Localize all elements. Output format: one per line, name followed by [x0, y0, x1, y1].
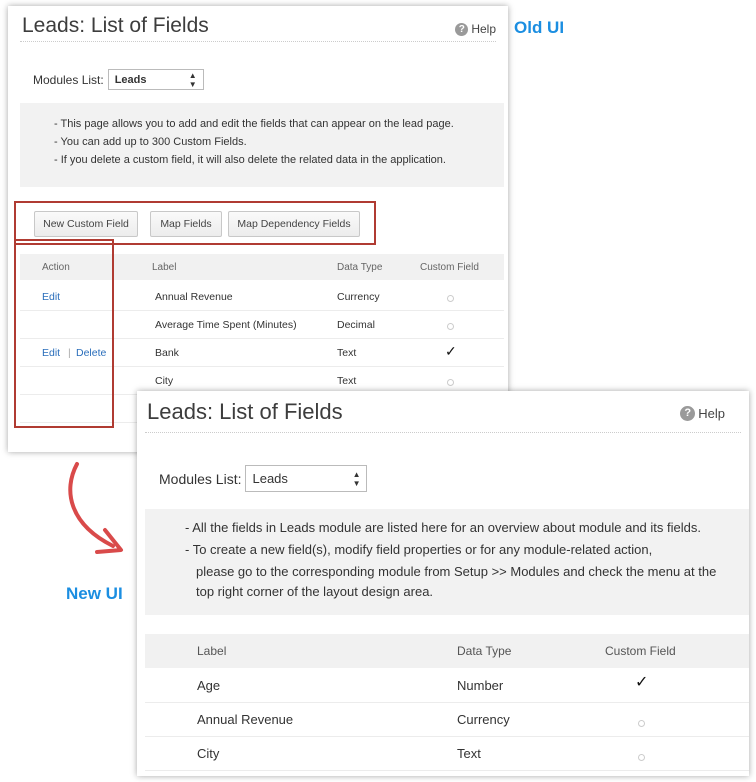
not-custom-icon [638, 754, 645, 761]
info-line: - To create a new field(s), modify field… [185, 542, 653, 557]
page-title: Leads: List of Fields [22, 14, 209, 37]
not-custom-icon [447, 323, 454, 330]
modules-select[interactable]: Leads ▲ ▼ [245, 465, 368, 492]
field-type: Currency [457, 712, 510, 727]
info-line: - All the fields in Leads module are lis… [185, 520, 701, 535]
map-fields-button[interactable]: Map Fields [150, 211, 222, 237]
new-ui-panel: Leads: List of Fields ? Help Modules Lis… [137, 391, 749, 776]
table-row: Age Number ✓ [145, 668, 749, 703]
table-row: Annual Revenue Currency [145, 702, 749, 737]
select-arrows-icon: ▲ ▼ [352, 469, 361, 488]
field-type: Number [457, 678, 504, 693]
not-custom-icon [638, 720, 645, 727]
select-arrows-icon: ▲ ▼ [188, 70, 197, 89]
not-custom-icon [447, 295, 454, 302]
field-label: City [155, 375, 174, 387]
help-label: Help [471, 22, 496, 36]
new-custom-field-button[interactable]: New Custom Field [34, 211, 138, 237]
header-custom-field: Custom Field [420, 262, 479, 273]
help-icon: ? [680, 406, 696, 421]
table-row: City Text [145, 736, 749, 771]
check-icon: ✓ [445, 343, 457, 359]
header-data-type: Data Type [457, 644, 512, 658]
old-ui-label: Old UI [514, 18, 565, 37]
modules-list: Modules List: Leads ▲ ▼ [33, 69, 204, 90]
field-label: Average Time Spent (Minutes) [155, 319, 297, 331]
field-type: Text [457, 746, 481, 761]
title-separator [20, 41, 496, 42]
info-box: - This page allows you to add and edit t… [20, 103, 504, 187]
field-label: Annual Revenue [197, 712, 294, 727]
field-label: City [197, 746, 220, 761]
modules-select-value: Leads [252, 471, 288, 486]
info-line: - If you delete a custom field, it will … [54, 154, 446, 166]
page-title: Leads: List of Fields [147, 399, 343, 424]
modules-select-value: Leads [114, 73, 147, 86]
header-data-type: Data Type [337, 262, 383, 273]
field-label: Bank [155, 347, 179, 359]
info-line: top right corner of the layout design ar… [196, 584, 434, 599]
modules-label: Modules List: [159, 470, 242, 487]
header-label: Label [152, 262, 177, 273]
field-label: Annual Revenue [155, 291, 233, 303]
info-line: - You can add up to 300 Custom Fields. [54, 136, 247, 148]
modules-select[interactable]: Leads ▲ ▼ [107, 69, 204, 90]
new-ui-label: New UI [66, 584, 123, 603]
title-separator [145, 432, 741, 433]
map-dependency-fields-button[interactable]: Map Dependency Fields [228, 211, 360, 237]
help-icon: ? [455, 22, 469, 36]
not-custom-icon [447, 379, 454, 386]
help-link[interactable]: ? Help [455, 22, 496, 36]
header-label: Label [197, 644, 227, 658]
info-line: - This page allows you to add and edit t… [54, 118, 454, 130]
info-line: please go to the corresponding module fr… [196, 564, 717, 579]
field-type: Decimal [337, 319, 375, 331]
field-type: Currency [337, 291, 380, 303]
field-type: Text [337, 347, 357, 359]
help-link[interactable]: ? Help [680, 406, 725, 421]
help-label: Help [698, 406, 725, 421]
field-type: Text [337, 375, 357, 387]
header-custom-field: Custom Field [605, 644, 676, 658]
curved-arrow-icon [68, 462, 123, 554]
check-icon: ✓ [635, 674, 649, 691]
info-box: - All the fields in Leads module are lis… [145, 509, 749, 615]
modules-label: Modules List: [33, 72, 104, 87]
field-label: Age [197, 678, 221, 693]
modules-list: Modules List: Leads ▲ ▼ [159, 465, 368, 492]
table-header: Label Data Type Custom Field [145, 634, 749, 668]
action-column-highlight [14, 239, 114, 428]
